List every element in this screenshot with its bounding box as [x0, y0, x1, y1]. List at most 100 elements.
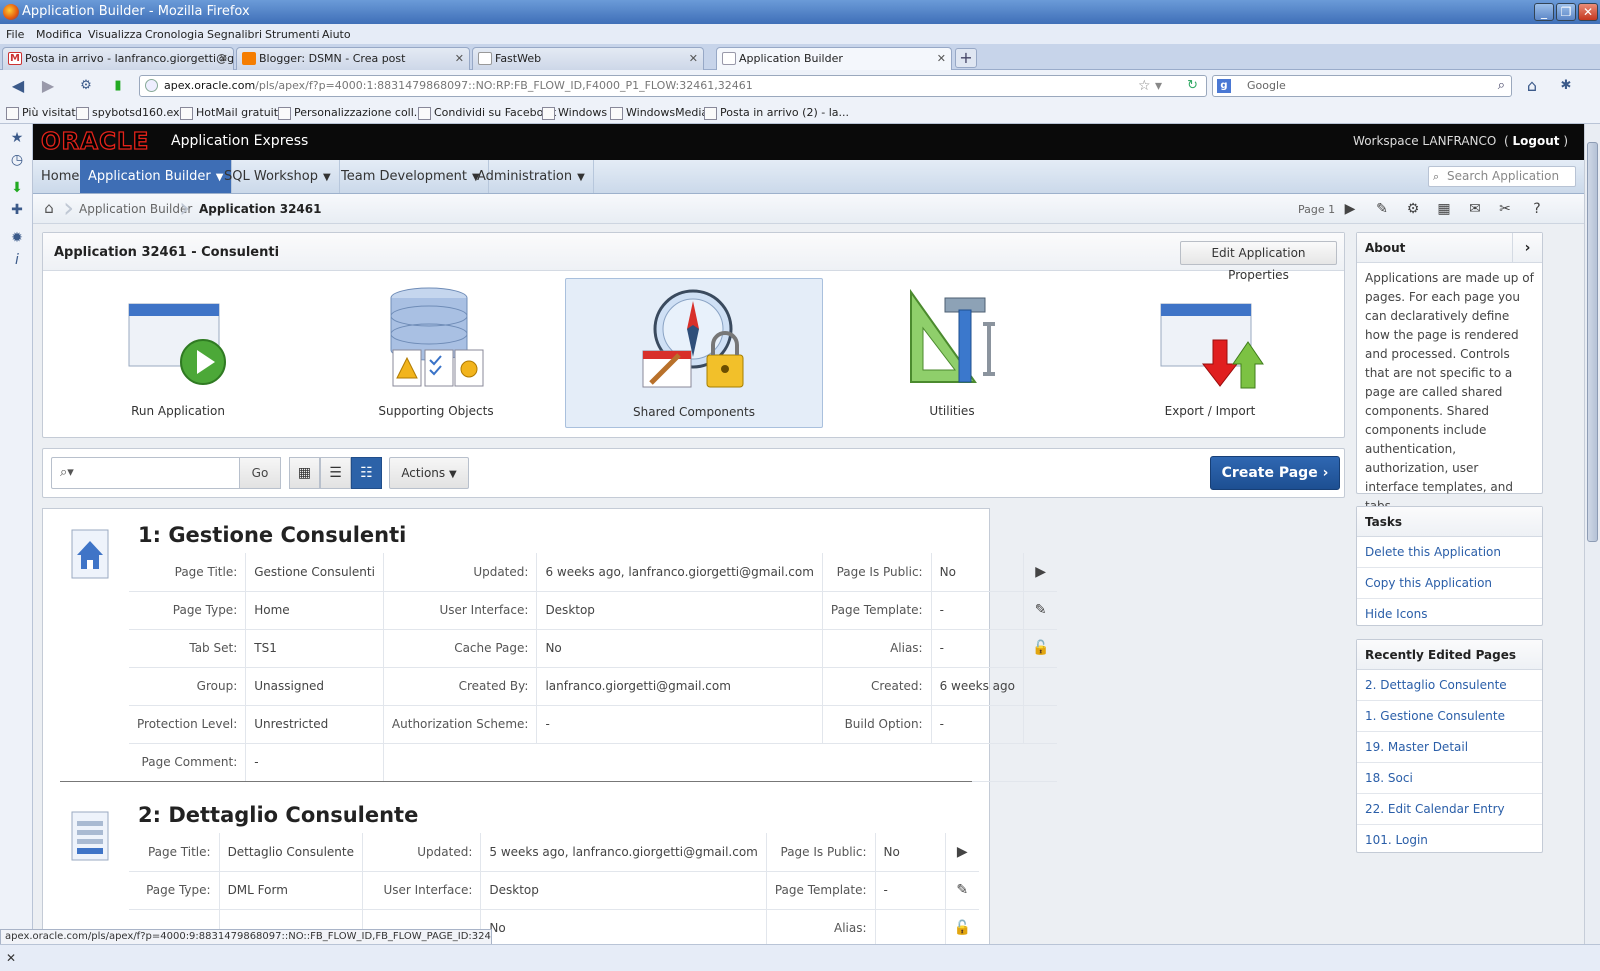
close-tab-icon[interactable]: ✕ — [219, 48, 228, 69]
page-heading[interactable]: 2: Dettaglio Consulente — [138, 803, 418, 827]
recent-page-link[interactable]: 101. Login — [1357, 825, 1542, 856]
form-page-icon[interactable] — [71, 811, 109, 861]
search-application-input[interactable]: ⌕ Search Application — [1428, 166, 1576, 187]
oracle-logo[interactable]: ORACLE — [40, 128, 149, 155]
page-heading[interactable]: 1: Gestione Consulenti — [138, 523, 406, 547]
recent-page-link[interactable]: 19. Master Detail — [1357, 732, 1542, 763]
browser-tab-gmail[interactable]: M Posta in arrivo - lanfranco.giorgetti@… — [2, 47, 234, 70]
browser-tab-fastweb[interactable]: FastWeb ✕ — [472, 47, 704, 70]
url-bar[interactable]: apex.oracle.com/pls/apex/f?p=4000:1:8831… — [139, 75, 1207, 97]
nav-team-development[interactable]: Team Development ▼ — [333, 160, 489, 193]
search-icon[interactable]: ⌕▾ — [60, 465, 74, 480]
page-search-input[interactable]: ⌕▾ — [51, 457, 241, 489]
info-icon[interactable]: i — [9, 252, 25, 268]
bookmark-item[interactable]: WindowsMedia — [610, 106, 708, 120]
gear-icon[interactable]: ⚙ — [1402, 198, 1424, 220]
search-icon[interactable]: ⌕ — [1498, 76, 1505, 96]
wrench-icon[interactable]: ✂ — [1494, 198, 1516, 220]
close-tab-icon[interactable]: ✕ — [937, 48, 946, 69]
menu-aiuto[interactable]: Aiuto — [322, 28, 351, 41]
grid-icon[interactable]: ▦ — [1433, 198, 1455, 220]
unlock-icon[interactable]: 🔓 — [945, 909, 979, 944]
unlock-icon[interactable]: 🔓 — [1023, 629, 1058, 668]
breadcrumb-application-builder[interactable]: Application Builder — [79, 202, 192, 216]
card-supporting-objects[interactable]: Supporting Objects — [307, 278, 565, 428]
scrollbar-thumb[interactable] — [1587, 142, 1598, 542]
card-utilities[interactable]: Utilities — [823, 278, 1081, 428]
close-tab-icon[interactable]: ✕ — [689, 48, 698, 69]
reload-icon[interactable]: ↻ — [1187, 76, 1198, 96]
task-hide-icons[interactable]: Hide Icons — [1357, 599, 1542, 630]
bookmark-item[interactable]: HotMail gratuita — [180, 106, 285, 120]
addons-icon[interactable]: ✚ — [9, 202, 25, 218]
menu-modifica[interactable]: Modifica — [36, 28, 82, 41]
bookmarks-icon[interactable]: ★ — [9, 130, 25, 146]
logout-link[interactable]: Logout — [1512, 134, 1559, 148]
bookmark-item[interactable]: Posta in arrivo (2) - la... — [704, 106, 849, 120]
recent-page-link[interactable]: 2. Dettaglio Consulente — [1357, 670, 1542, 701]
edit-page-icon[interactable]: ✎ — [1371, 198, 1393, 220]
menu-visualizza[interactable]: Visualizza — [88, 28, 142, 41]
icons-view-button[interactable]: ▦ — [289, 457, 320, 489]
edit-page-icon[interactable]: ✎ — [1023, 591, 1058, 630]
actions-menu-button[interactable]: Actions ▼ — [389, 457, 469, 489]
browser-tab-blogger[interactable]: Blogger: DSMN - Crea post ✕ — [236, 47, 470, 70]
history-icon[interactable]: ◷ — [9, 152, 25, 168]
menu-strumenti[interactable]: Strumenti — [265, 28, 320, 41]
task-copy-application[interactable]: Copy this Application — [1357, 568, 1542, 599]
nav-application-builder[interactable]: Application Builder ▼ — [80, 160, 233, 193]
card-shared-components[interactable]: Shared Components — [565, 278, 823, 428]
google-icon[interactable]: g — [1217, 79, 1231, 93]
bookmark-item[interactable]: spybotsd160.exe — [76, 106, 186, 120]
run-page-icon[interactable]: ▶ — [1339, 198, 1361, 220]
bookmark-star-icon[interactable]: ☆ ▾ — [1138, 76, 1162, 96]
maximize-button[interactable]: ❐ — [1556, 3, 1576, 21]
report-view-button[interactable]: ☰ — [320, 457, 351, 489]
comment-icon[interactable]: ✉ — [1464, 198, 1486, 220]
minimize-button[interactable]: _ — [1534, 3, 1554, 21]
settings-icon[interactable]: ✹ — [9, 230, 25, 246]
new-tab-button[interactable]: + — [955, 48, 977, 68]
signal-icon[interactable]: ▮ — [108, 76, 128, 96]
close-window-button[interactable]: ✕ — [1578, 3, 1598, 21]
run-page-icon[interactable]: ▶ — [1023, 553, 1058, 592]
recent-page-link[interactable]: 22. Edit Calendar Entry — [1357, 794, 1542, 825]
edit-page-icon[interactable]: ✎ — [945, 871, 979, 910]
task-delete-application[interactable]: Delete this Application — [1357, 537, 1542, 568]
back-icon[interactable]: ◀ — [8, 76, 28, 96]
nav-sql-workshop[interactable]: SQL Workshop ▼ — [216, 160, 340, 193]
create-page-button[interactable]: Create Page › — [1210, 456, 1340, 490]
browser-tab-application-builder[interactable]: Application Builder ✕ — [716, 47, 952, 70]
go-button[interactable]: Go — [239, 457, 281, 489]
menu-segnalibri[interactable]: Segnalibri — [207, 28, 262, 41]
extension-icon[interactable]: ✱ — [1556, 76, 1576, 96]
edit-application-properties-button[interactable]: Edit Application Properties — [1180, 241, 1337, 282]
card-export-import[interactable]: Export / Import — [1081, 278, 1339, 428]
card-run-application[interactable]: Run Application — [49, 278, 307, 428]
download-icon[interactable]: ⬇ — [9, 180, 25, 196]
addon-icon[interactable]: ⚙ — [76, 76, 96, 96]
nav-administration[interactable]: Administration ▼ — [469, 160, 594, 193]
forward-icon[interactable]: ▶ — [38, 76, 58, 96]
run-page-icon[interactable]: ▶ — [945, 833, 979, 872]
close-findbar-icon[interactable]: ✕ — [6, 951, 16, 965]
vertical-scrollbar[interactable] — [1584, 124, 1600, 944]
menu-cronologia[interactable]: Cronologia — [145, 28, 204, 41]
menu-file[interactable]: File — [6, 28, 24, 41]
home-page-icon[interactable] — [71, 529, 109, 579]
about-text: Applications are made up of pages. For e… — [1365, 271, 1534, 513]
home-icon[interactable]: ⌂ — [1522, 76, 1542, 96]
home-icon[interactable]: ⌂ — [39, 199, 59, 219]
recent-page-link[interactable]: 18. Soci — [1357, 763, 1542, 794]
chevron-right-icon[interactable]: › — [1512, 233, 1542, 262]
detail-view-button[interactable]: ☷ — [351, 457, 382, 489]
bookmark-item[interactable]: Più visitati — [6, 106, 79, 120]
web-search-box[interactable]: g Google ⌕ — [1212, 75, 1512, 97]
bookmark-item[interactable]: Personalizzazione coll... — [278, 106, 424, 120]
close-tab-icon[interactable]: ✕ — [455, 48, 464, 69]
bookmark-item[interactable]: Condividi su Facebook — [418, 106, 556, 120]
site-identity-icon[interactable] — [145, 79, 158, 92]
recent-page-link[interactable]: 1. Gestione Consulente — [1357, 701, 1542, 732]
bookmark-item[interactable]: Windows — [542, 106, 607, 120]
help-icon[interactable]: ? — [1526, 198, 1548, 220]
